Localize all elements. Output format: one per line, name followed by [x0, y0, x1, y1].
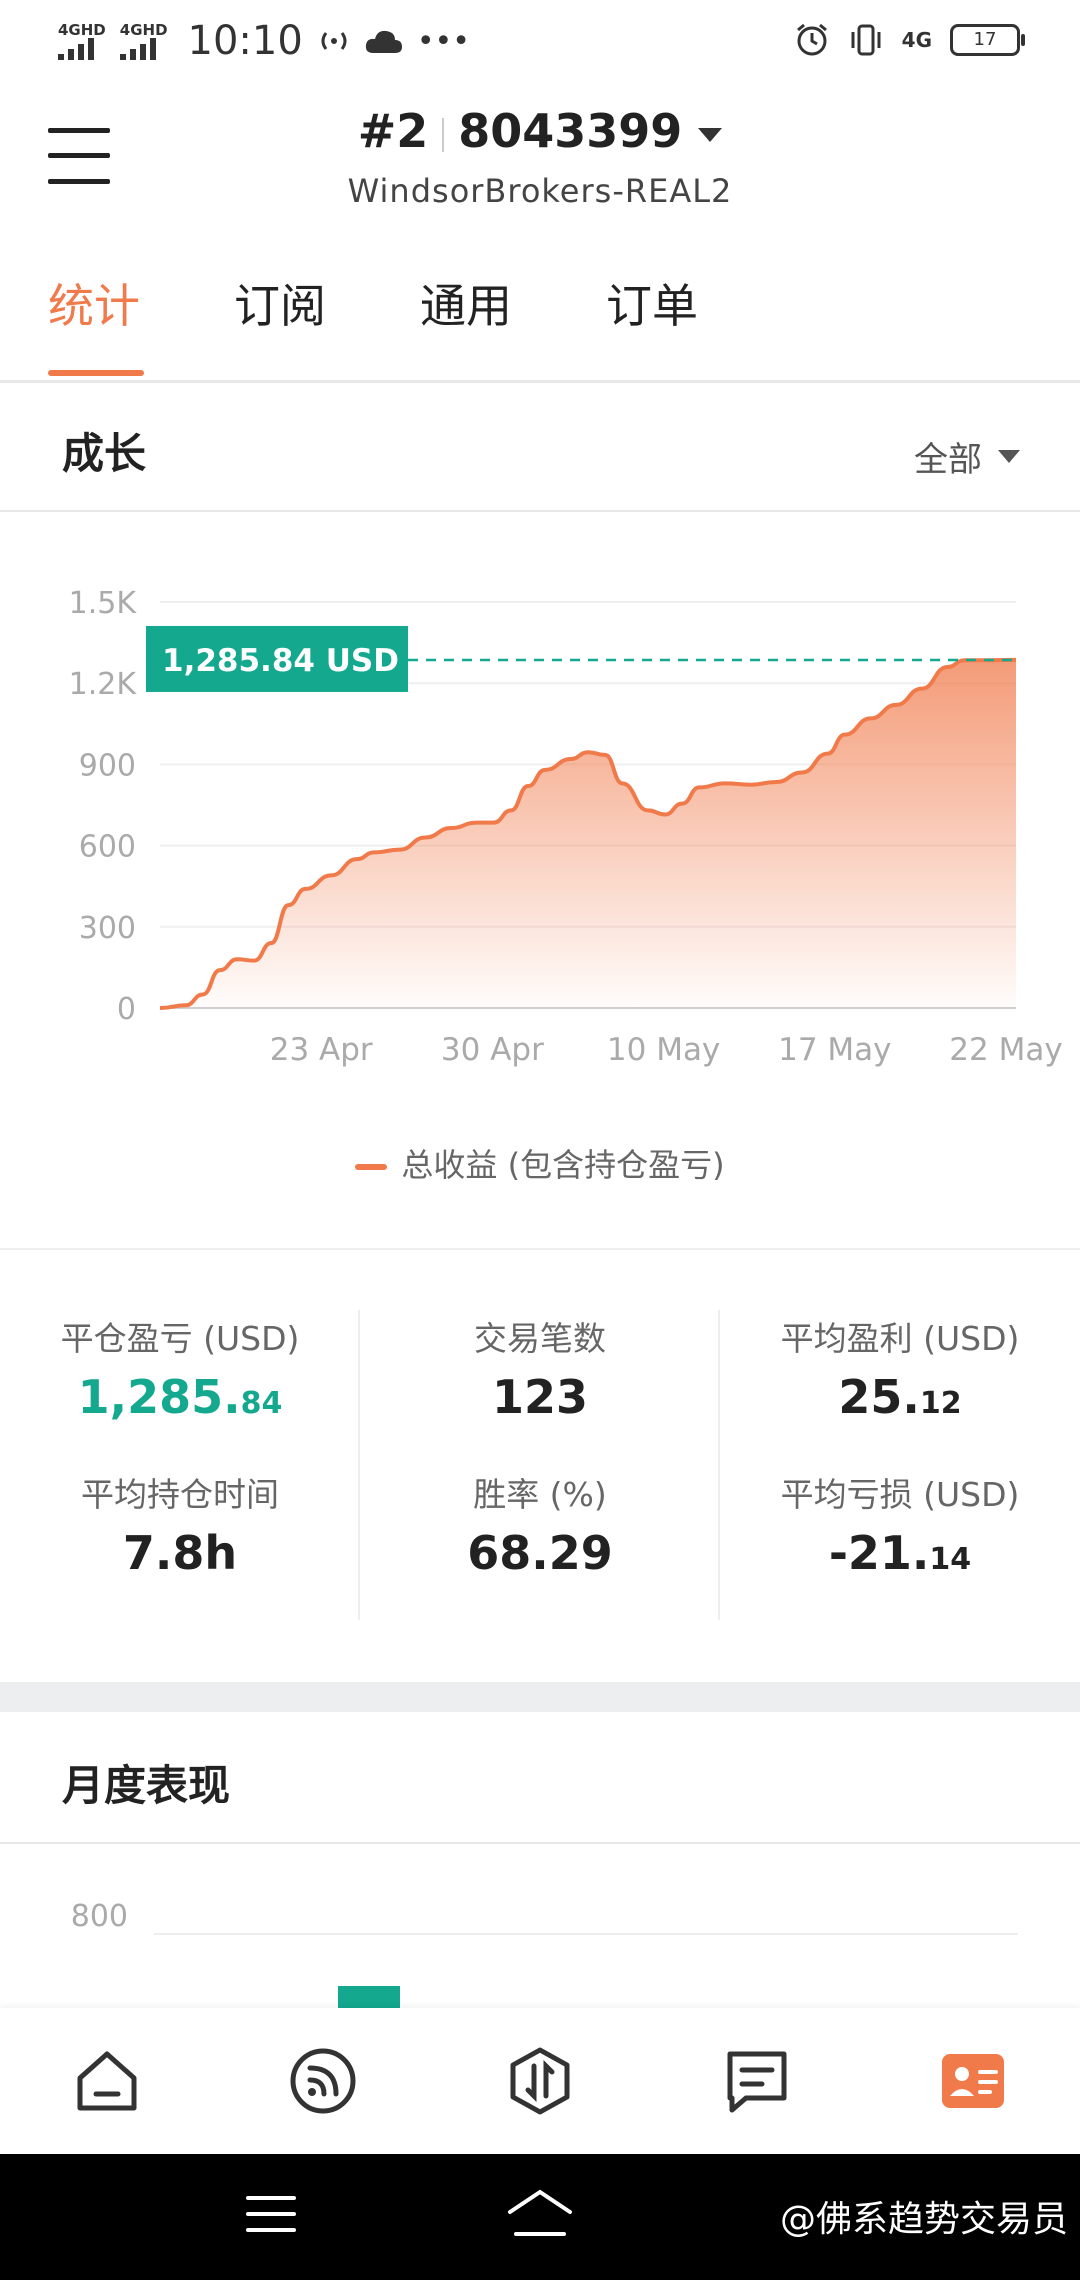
sim2-label: 4GHD	[119, 21, 168, 39]
stat-value: 25.12	[838, 1370, 962, 1424]
legend-label: 总收益 (包含持仓盈亏)	[401, 1146, 725, 1184]
y-tick-label: 300	[79, 911, 136, 946]
chart-legend: 总收益 (包含持仓盈亏)	[0, 1140, 1080, 1186]
x-tick-label: 10 May	[607, 1032, 720, 1068]
y-tick-label: 0	[117, 992, 136, 1027]
dropdown-caret-icon	[998, 450, 1020, 463]
y-tick-label: 1.2K	[69, 667, 138, 702]
column-separator	[358, 1310, 360, 1620]
section-gap	[0, 1682, 1080, 1712]
monthly-header: 月度表现	[0, 1712, 1080, 1844]
nav-trade[interactable]	[505, 2046, 575, 2116]
y-tick-label: 1.5K	[69, 586, 138, 621]
x-tick-label: 30 Apr	[441, 1032, 544, 1068]
sim1-label: 4GHD	[58, 21, 106, 39]
stat-label: 平均盈利 (USD)	[780, 1319, 1020, 1358]
separator	[442, 117, 445, 152]
vibrate-icon	[851, 24, 881, 56]
account-index: #2	[357, 104, 429, 158]
cloud-icon	[365, 30, 402, 53]
signal-bars-icon	[119, 38, 156, 60]
sim2-signal: 4GHD	[119, 21, 168, 60]
growth-area	[160, 659, 1016, 1008]
trade-icon	[510, 2047, 570, 2115]
stat-value: 68.29	[467, 1526, 613, 1580]
nav-news[interactable]	[722, 2046, 792, 2116]
status-bar: 4GHD 4GHD 10:10 ••• 4G 17	[0, 0, 1080, 84]
stat-closed-pnl: 平仓盈亏 (USD) 1,285.84	[0, 1312, 360, 1424]
news-icon	[727, 2051, 787, 2113]
more-dots-icon: •••	[416, 23, 470, 59]
signal-feed-icon	[290, 2048, 356, 2114]
account-selector[interactable]: #2 8043399	[0, 104, 1080, 158]
legend-swatch	[355, 1164, 388, 1170]
stat-avg-hold-time: 平均持仓时间 7.8h	[0, 1468, 360, 1580]
bottom-nav	[0, 2008, 1080, 2154]
alarm-icon	[796, 23, 827, 56]
battery-level: 17	[973, 29, 997, 50]
stats-grid: 平仓盈亏 (USD) 1,285.84 交易笔数 123 平均盈利 (USD) …	[0, 1250, 1080, 1680]
signal-bars-icon	[58, 38, 94, 60]
sim1-signal: 4GHD	[58, 22, 106, 60]
stat-label: 交易笔数	[474, 1319, 606, 1358]
period-filter-label: 全部	[914, 440, 982, 480]
current-value-label: 1,285.84 USD	[162, 643, 399, 679]
monthly-chart-svg: 800	[71, 1899, 1018, 2008]
x-tick-label: 22 May	[949, 1032, 1062, 1068]
nav-account[interactable]	[938, 2046, 1008, 2116]
network-type: 4G	[901, 28, 932, 52]
tab-subscriptions[interactable]: 订阅	[234, 270, 326, 336]
clock: 10:10	[187, 18, 303, 64]
growth-title: 成长	[62, 429, 147, 478]
y-tick-label: 800	[71, 1899, 128, 1934]
app-header: #2 8043399 WindsorBrokers-REAL2	[0, 84, 1080, 230]
account-card-icon	[942, 2054, 1004, 2108]
stat-label: 平均持仓时间	[81, 1475, 279, 1514]
nav-signals[interactable]	[288, 2046, 358, 2116]
hotspot-icon	[321, 32, 347, 50]
tab-general[interactable]: 通用	[420, 270, 512, 336]
monthly-chart: 800	[0, 1842, 1080, 2008]
stat-label: 胜率 (%)	[473, 1475, 607, 1514]
tab-orders[interactable]: 订单	[606, 270, 698, 336]
monthly-bar	[338, 1986, 400, 2008]
tab-statistics[interactable]: 统计	[48, 270, 140, 336]
stat-value: 1,285.84	[77, 1370, 283, 1424]
stat-value: -21.14	[828, 1526, 972, 1580]
recent-apps-icon[interactable]	[244, 2190, 298, 2238]
y-tick-label: 600	[79, 830, 136, 865]
nav-home[interactable]	[72, 2046, 142, 2116]
stat-avg-loss: 平均亏损 (USD) -21.14	[720, 1468, 1080, 1580]
stat-label: 平均亏损 (USD)	[780, 1475, 1020, 1514]
stat-trade-count: 交易笔数 123	[360, 1312, 720, 1424]
stat-avg-profit: 平均盈利 (USD) 25.12	[720, 1312, 1080, 1424]
x-tick-label: 17 May	[778, 1032, 891, 1068]
account-number: 8043399	[458, 104, 683, 158]
column-separator	[718, 1310, 720, 1620]
system-nav-bar: @佛系趋势交易员	[0, 2154, 1080, 2280]
monthly-title: 月度表现	[62, 1761, 231, 1810]
x-tick-label: 23 Apr	[270, 1032, 373, 1068]
stat-win-rate: 胜率 (%) 68.29	[360, 1468, 720, 1580]
system-home-icon[interactable]	[504, 2186, 576, 2242]
stat-value: 123	[491, 1370, 589, 1424]
growth-chart-svg: 0 300 600 900 1.2K 1.5K 23 Apr 30 Apr 10 May 17 …	[69, 586, 1063, 1068]
dropdown-caret-icon	[698, 127, 723, 142]
watermark: @佛系趋势交易员	[779, 2199, 1068, 2240]
y-tick-label: 900	[79, 748, 136, 783]
battery-icon: 17	[950, 24, 1025, 56]
tab-bar: 统计 订阅 通用 订单	[0, 230, 1080, 383]
server-name: WindsorBrokers-REAL2	[347, 172, 733, 210]
stat-value: 7.8h	[122, 1526, 238, 1580]
home-icon	[77, 2051, 137, 2111]
stat-label: 平仓盈亏 (USD)	[60, 1319, 300, 1358]
growth-header: 成长 全部	[0, 380, 1080, 512]
active-tab-indicator	[48, 370, 144, 376]
period-filter[interactable]: 全部	[914, 432, 1020, 481]
